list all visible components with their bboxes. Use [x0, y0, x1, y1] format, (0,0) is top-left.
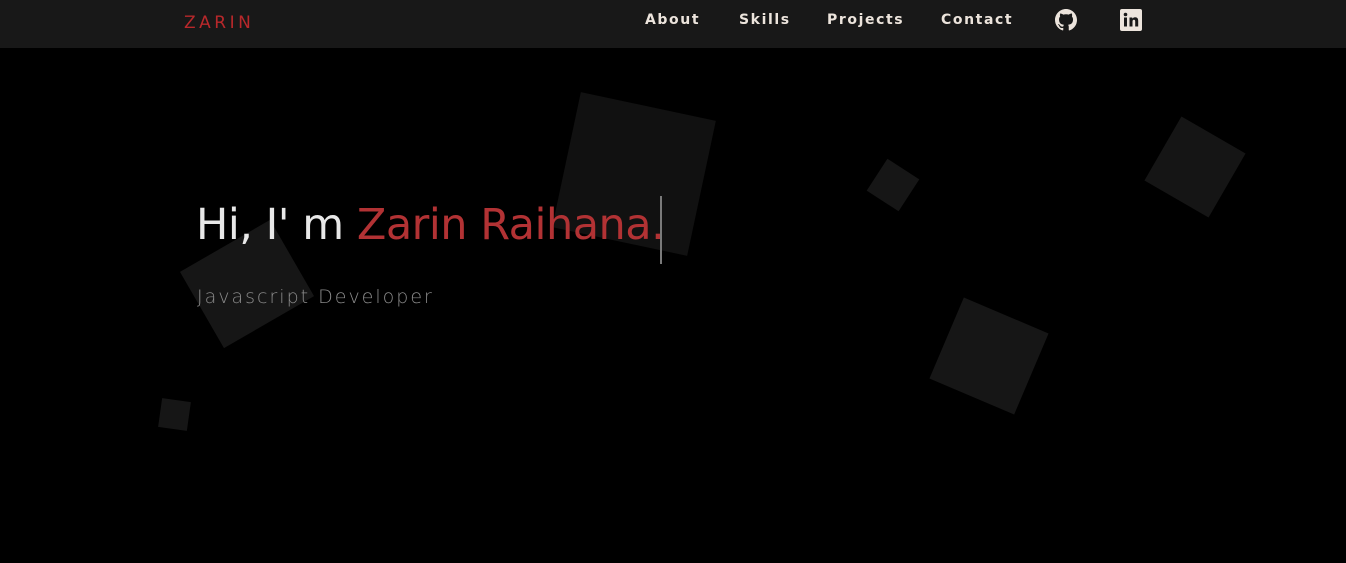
navbar: ZARIN About Skills Projects Contact	[0, 0, 1346, 48]
nav-link-about[interactable]: About	[645, 12, 700, 28]
hero-name: Zarin Raihana.	[356, 200, 665, 250]
typing-cursor	[660, 196, 662, 264]
nav-link-projects[interactable]: Projects	[827, 12, 904, 28]
decorative-square	[929, 297, 1049, 415]
decorative-square	[1144, 116, 1246, 218]
hero-subtitle: Javascript Developer	[197, 286, 434, 308]
nav-link-skills[interactable]: Skills	[739, 12, 791, 28]
hero-greeting: Hi, I' m	[196, 200, 357, 250]
hero-heading: Hi, I' m Zarin Raihana.	[196, 200, 665, 250]
page: ZARIN About Skills Projects Contact Hi, …	[0, 0, 1346, 563]
decorative-square	[866, 158, 920, 212]
nav-link-contact[interactable]: Contact	[941, 12, 1013, 28]
github-icon[interactable]	[1055, 9, 1077, 31]
brand-logo[interactable]: ZARIN	[184, 13, 254, 33]
decorative-square	[158, 398, 191, 431]
linkedin-icon[interactable]	[1120, 9, 1142, 31]
